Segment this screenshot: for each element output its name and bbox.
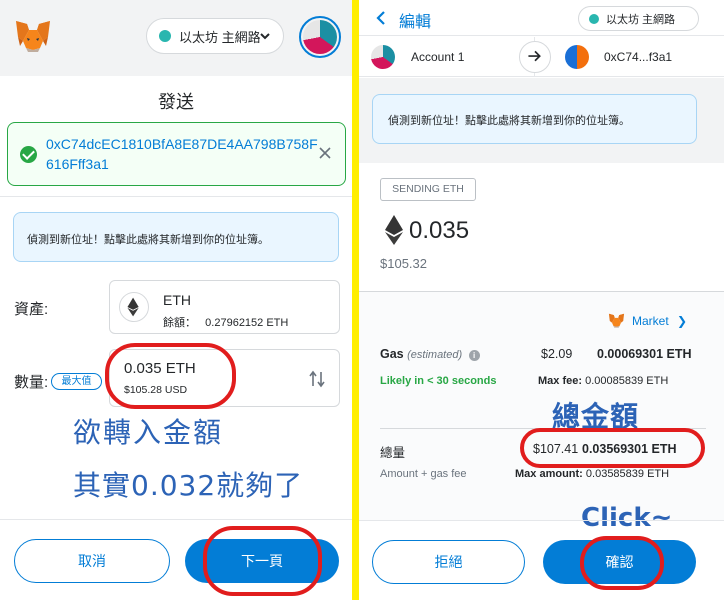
annotation-click: Click~ xyxy=(581,503,673,533)
eth-token-icon xyxy=(119,292,149,322)
network-name: 以太坊 主網路 xyxy=(179,29,261,45)
next-button[interactable]: 下一頁 xyxy=(185,539,339,583)
metamask-fox-icon xyxy=(608,313,625,328)
send-amount-usd: $105.32 xyxy=(380,256,427,271)
chevron-right-icon: ❯ xyxy=(677,314,688,328)
asset-name: ETH xyxy=(163,292,191,308)
gas-market-button[interactable]: Market ❯ xyxy=(632,314,687,328)
metamask-fox-icon xyxy=(16,21,50,52)
gas-speed-estimate: Likely in < 30 seconds xyxy=(380,375,497,387)
total-eth: 0.03569301 ETH xyxy=(582,442,677,456)
panel-divider xyxy=(352,0,359,600)
gas-title: Gas xyxy=(380,347,404,361)
account-transfer-row: Account 1 0xC74...f3a1 xyxy=(359,37,724,77)
gas-label: Gas (estimated) i xyxy=(380,347,480,361)
annotation-total: 總金額 xyxy=(552,400,640,433)
recipient-address-box: 0xC74dcEC1810BfA8E87DE4AA798B758F616Fff3… xyxy=(7,122,346,186)
gas-eth: 0.00069301 ETH xyxy=(597,347,692,361)
account-avatar[interactable] xyxy=(299,16,341,58)
amount-label: 數量: xyxy=(14,374,49,391)
total-subtitle: Amount + gas fee xyxy=(380,468,467,480)
max-fee: Max fee: 0.00085839 ETH xyxy=(538,375,668,387)
market-label: Market xyxy=(632,314,669,328)
total-label: 總量 xyxy=(380,446,406,460)
to-account: 0xC74...f3a1 xyxy=(604,50,673,64)
network-status-dot xyxy=(589,13,599,24)
edit-link[interactable]: 編輯 xyxy=(399,8,431,32)
gas-usd: $2.09 xyxy=(541,347,573,361)
asset-label: 資產: xyxy=(14,301,49,318)
divider xyxy=(0,519,352,520)
check-icon xyxy=(20,146,37,163)
eth-icon xyxy=(385,215,403,245)
new-address-notice[interactable]: 偵測到新位址！點擊此處將其新增到你的位址簿。 xyxy=(13,212,339,262)
divider xyxy=(380,428,706,429)
amount-value: 0.035 ETH xyxy=(124,360,196,377)
asset-balance: 餘額： 0.27962152 ETH xyxy=(163,314,288,330)
new-address-notice[interactable]: 偵測到新位址！點擊此處將其新增到你的位址簿。 xyxy=(372,94,697,144)
chevron-down-icon xyxy=(260,33,270,40)
cancel-button[interactable]: 取消 xyxy=(14,539,170,583)
asset-selector[interactable]: ETH 餘額： 0.27962152 ETH xyxy=(109,280,340,334)
network-selector[interactable]: 以太坊 主網路 xyxy=(146,18,284,54)
send-amount: 0.035 xyxy=(409,217,470,244)
page-title: 發送 xyxy=(158,92,194,112)
from-account-avatar xyxy=(371,45,395,69)
max-amount-value: 0.03585839 ETH xyxy=(585,468,670,480)
network-selector[interactable]: 以太坊 主網路 xyxy=(578,6,699,31)
max-button[interactable]: 最大值 xyxy=(51,373,102,390)
network-name: 以太坊 主網路 xyxy=(606,13,676,26)
balance-value: 0.27962152 ETH xyxy=(205,317,289,329)
confirm-screen: 編輯 以太坊 主網路 Account 1 0xC74...f3a1 偵測到新位址… xyxy=(359,0,724,600)
balance-label: 餘額： xyxy=(163,317,196,329)
annotation-note: 其實0.032就夠了 xyxy=(73,469,304,502)
divider xyxy=(359,520,724,521)
from-account: Account 1 xyxy=(411,50,465,64)
max-amount: Max amount: 0.03585839 ETH xyxy=(515,468,669,480)
recipient-address: 0xC74dcEC1810BfA8E87DE4AA798B758F616Fff3… xyxy=(46,136,318,172)
confirm-button[interactable]: 確認 xyxy=(543,540,696,584)
max-fee-label: Max fee: xyxy=(538,375,583,387)
sending-badge: SENDING ETH xyxy=(380,178,476,201)
max-amount-label: Max amount: xyxy=(515,468,583,480)
divider xyxy=(0,196,352,197)
gas-estimated-label: (estimated) xyxy=(407,349,463,361)
reject-button[interactable]: 拒絕 xyxy=(372,540,525,584)
total-usd: $107.41 xyxy=(533,442,579,456)
swap-vertical-icon[interactable] xyxy=(308,369,326,389)
annotation-amount: 欲轉入金額 xyxy=(73,416,224,449)
amount-usd: $105.28 USD xyxy=(124,384,188,396)
max-fee-value: 0.00085839 ETH xyxy=(585,375,669,387)
to-account-avatar xyxy=(565,45,589,69)
network-status-dot xyxy=(159,30,171,42)
arrow-right-icon xyxy=(519,41,551,73)
top-bar: 編輯 以太坊 主網路 xyxy=(359,0,724,36)
close-icon[interactable] xyxy=(317,145,333,161)
amount-input[interactable]: 0.035 ETH $105.28 USD xyxy=(109,349,340,407)
send-screen: 以太坊 主網路 發送 0xC74dcEC1810BfA8E87DE4AA798B… xyxy=(0,0,352,600)
info-icon[interactable]: i xyxy=(468,350,480,361)
chevron-left-icon[interactable] xyxy=(375,11,386,25)
header: 以太坊 主網路 xyxy=(0,0,352,76)
